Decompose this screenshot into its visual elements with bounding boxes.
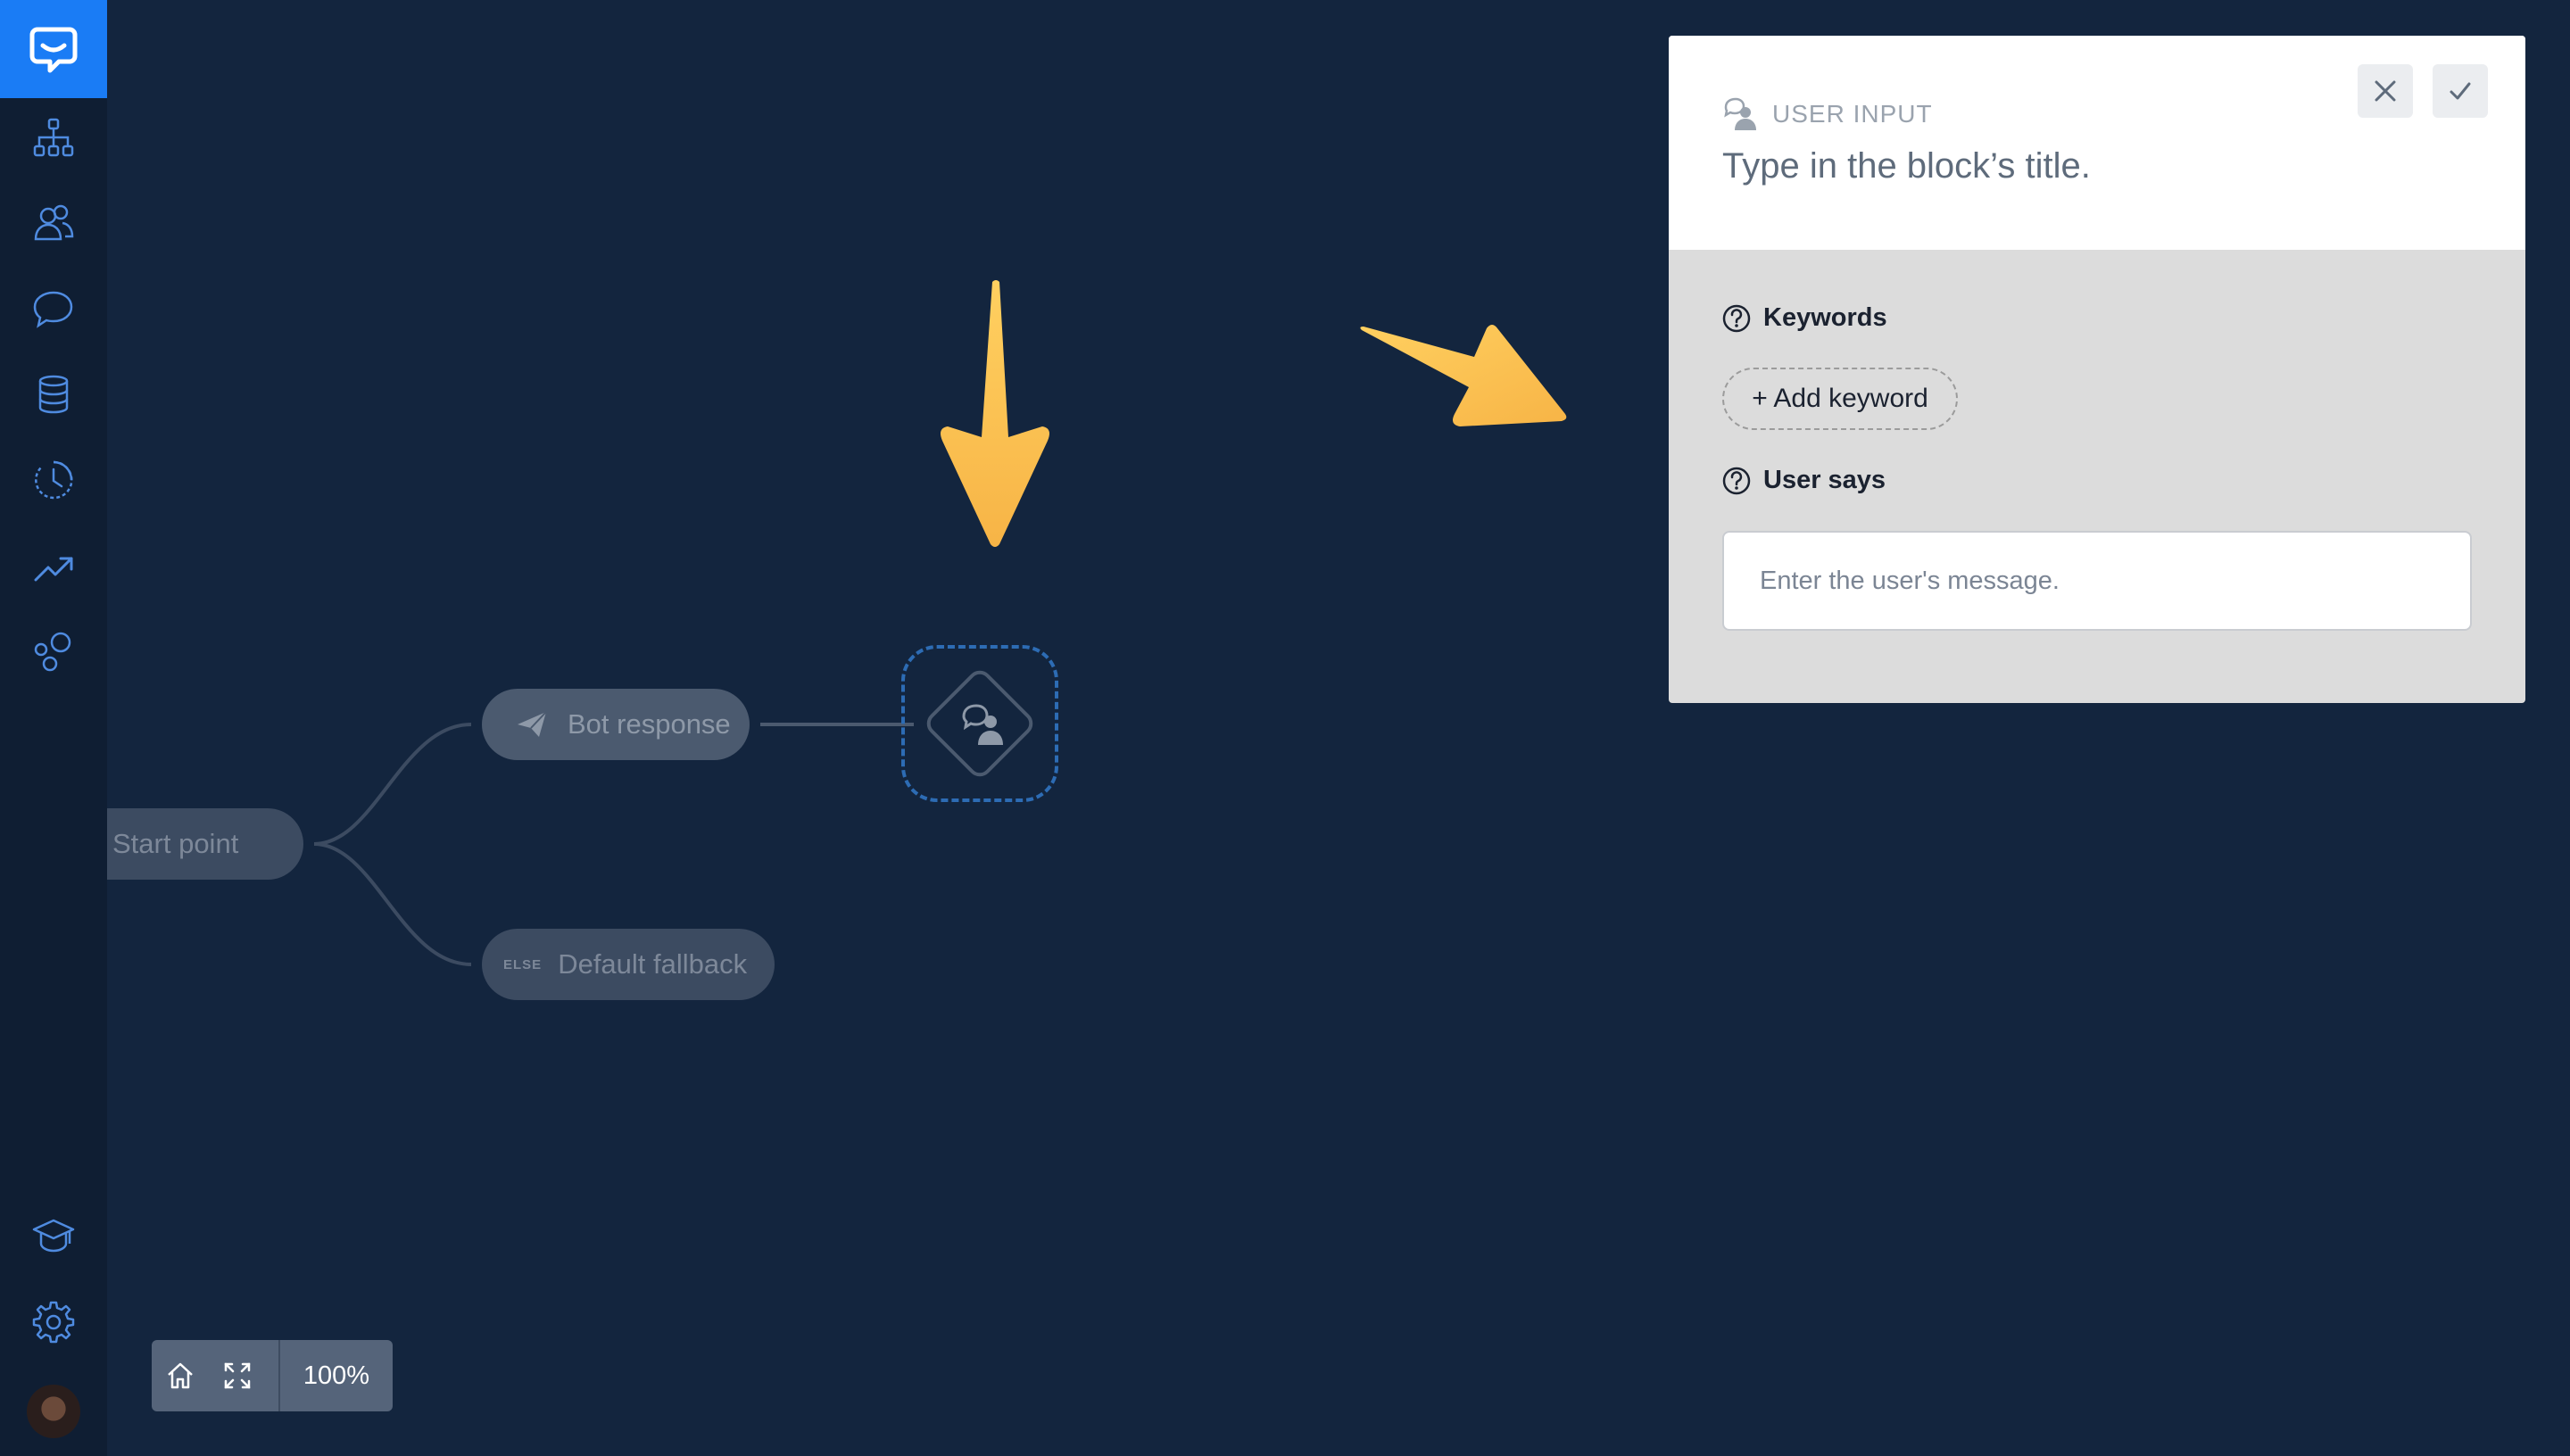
fit-screen-button[interactable] [209, 1340, 266, 1411]
zoom-toolbar: 100% [152, 1340, 393, 1411]
tutorial-arrow-down-icon [941, 280, 1049, 547]
default-fallback-label: Default fallback [558, 948, 748, 980]
block-type-heading: USER INPUT [1722, 96, 1933, 132]
check-icon [2450, 82, 2471, 100]
else-tag: ELSE [503, 956, 543, 972]
default-fallback-node[interactable]: ELSE Default fallback [482, 929, 775, 1000]
zoom-level[interactable]: 100% [280, 1361, 393, 1391]
help-icon[interactable] [1722, 304, 1751, 333]
close-icon [2375, 80, 2396, 102]
bot-response-node[interactable]: Bot response [482, 689, 750, 760]
tutorial-arrow-right-icon [1360, 325, 1567, 426]
home-icon [168, 1362, 193, 1389]
start-point-node[interactable]: Start point [107, 808, 303, 880]
help-icon[interactable] [1722, 467, 1751, 495]
user-input-diamond-icon [926, 670, 1033, 777]
confirm-button[interactable] [2433, 64, 2488, 118]
keywords-section-label: Keywords [1722, 303, 1887, 333]
user-input-icon [1724, 97, 1756, 130]
keywords-label: Keywords [1763, 303, 1887, 332]
start-point-label: Start point [112, 828, 239, 859]
panel-header: USER INPUT [1669, 36, 2525, 250]
new-user-input-node[interactable] [901, 645, 1058, 802]
close-button[interactable] [2358, 64, 2413, 118]
send-icon [514, 707, 550, 742]
user-says-section-label: User says [1722, 466, 1886, 495]
home-button[interactable] [152, 1340, 209, 1411]
block-type-label: USER INPUT [1772, 100, 1933, 128]
add-keyword-button[interactable]: + Add keyword [1722, 368, 1958, 430]
user-says-label: User says [1763, 466, 1886, 494]
expand-icon [224, 1362, 251, 1389]
bot-response-label: Bot response [568, 708, 731, 740]
block-title-input[interactable] [1722, 139, 2400, 193]
block-editor-panel: USER INPUT Keywords + Add keyword Use [1669, 36, 2525, 703]
user-message-input[interactable] [1722, 531, 2472, 631]
